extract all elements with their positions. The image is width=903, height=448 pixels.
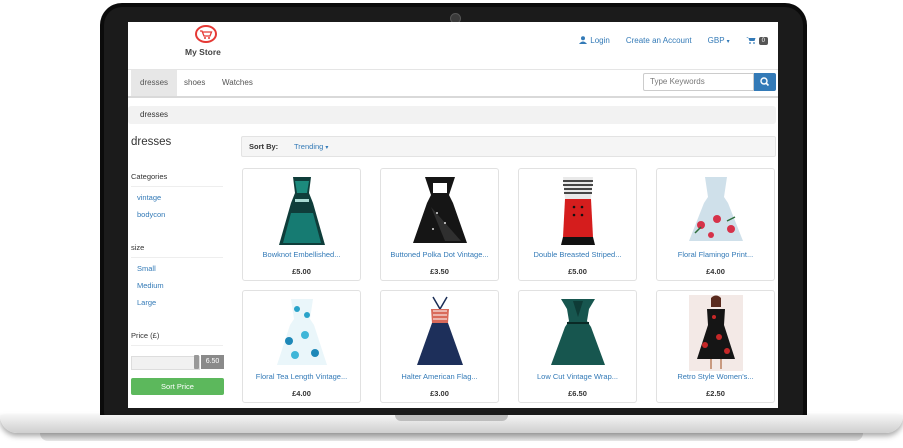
cart-icon [745,37,756,44]
product-name[interactable]: Bowknot Embellished... [243,250,360,259]
product-price: £6.50 [568,389,587,398]
dress-image [417,296,463,365]
store-name[interactable]: My Store [185,47,221,57]
tab-shoes[interactable]: shoes [175,70,214,96]
product-card[interactable]: Bowknot Embellished... £5.00 [242,168,361,281]
divider [131,345,223,346]
product-price: £5.00 [292,267,311,276]
laptop-foot [40,433,863,441]
product-card[interactable]: Low Cut Vintage Wrap... £6.50 [518,290,637,403]
currency-dropdown[interactable]: GBP ▾ [708,36,730,45]
product-price: £5.00 [568,267,587,276]
sort-bar: Sort By: Trending ▾ [241,136,776,157]
cart-button[interactable]: 0 [745,36,768,45]
sort-price-button[interactable]: Sort Price [131,378,224,395]
store-page: My Store Login Create an Account GBP ▾ 0… [128,22,778,408]
size-large[interactable]: Large [137,298,156,307]
dress-image [551,299,605,365]
product-name[interactable]: Halter American Flag... [381,372,498,381]
product-price: £3.50 [430,267,449,276]
product-card[interactable]: Retro Style Women's... £2.50 [656,290,775,403]
product-price: £2.50 [706,389,725,398]
product-name[interactable]: Retro Style Women's... [657,372,774,381]
user-icon [579,36,588,44]
sort-value: Trending [294,142,324,151]
product-card[interactable]: Floral Flamingo Print... £4.00 [656,168,775,281]
dress-image [277,299,327,365]
category-vintage[interactable]: vintage [137,193,161,202]
category-bodycon[interactable]: bodycon [137,210,165,219]
divider [131,186,223,187]
product-name[interactable]: Double Breasted Striped... [519,250,636,259]
product-card[interactable]: Halter American Flag... £3.00 [380,290,499,403]
price-value: 6.50 [201,355,224,369]
search-input[interactable]: Type Keywords [643,73,754,91]
product-price: £3.00 [430,389,449,398]
price-slider-track[interactable] [131,356,200,370]
search-button[interactable] [754,73,776,91]
caret-down-icon: ▾ [726,39,730,45]
size-medium[interactable]: Medium [137,281,164,290]
product-name[interactable]: Floral Tea Length Vintage... [243,372,360,381]
dress-image [689,177,743,241]
dress-image [689,295,743,371]
sidebar-title: dresses [131,136,172,148]
create-account-link[interactable]: Create an Account [626,36,692,45]
breadcrumb[interactable]: dresses [128,106,776,124]
product-card[interactable]: Buttoned Polka Dot Vintage... £3.50 [380,168,499,281]
product-name[interactable]: Buttoned Polka Dot Vintage... [381,250,498,259]
product-price: £4.00 [292,389,311,398]
search-icon [760,77,770,87]
cart-logo-icon[interactable] [195,25,217,43]
login-label: Login [590,36,610,45]
cart-count-badge: 0 [758,37,768,45]
price-heading: Price (£) [131,331,160,340]
login-link[interactable]: Login [579,36,610,45]
size-heading: size [131,243,145,252]
categories-heading: Categories [131,172,168,181]
dress-image [413,177,467,243]
currency-label: GBP [707,36,725,45]
sort-label: Sort By: [249,142,279,151]
site-header: My Store Login Create an Account GBP ▾ 0 [128,22,778,68]
product-name[interactable]: Low Cut Vintage Wrap... [519,372,636,381]
laptop-notch [395,415,508,421]
product-name[interactable]: Floral Flamingo Print... [657,250,774,259]
size-small[interactable]: Small [137,264,156,273]
category-nav: dresses shoes Watches Type Keywords [128,69,778,98]
dress-image [561,177,595,245]
product-card[interactable]: Floral Tea Length Vintage... £4.00 [242,290,361,403]
header-links: Login Create an Account GBP ▾ 0 [579,36,768,45]
product-card[interactable]: Double Breasted Striped... £5.00 [518,168,637,281]
tab-dresses[interactable]: dresses [131,70,178,96]
sort-dropdown[interactable]: Trending ▾ [294,137,328,158]
price-slider-handle[interactable] [194,355,199,369]
tab-watches[interactable]: Watches [213,70,262,96]
caret-down-icon: ▾ [325,145,329,151]
dress-image [279,177,325,245]
product-price: £4.00 [706,267,725,276]
divider [131,257,223,258]
